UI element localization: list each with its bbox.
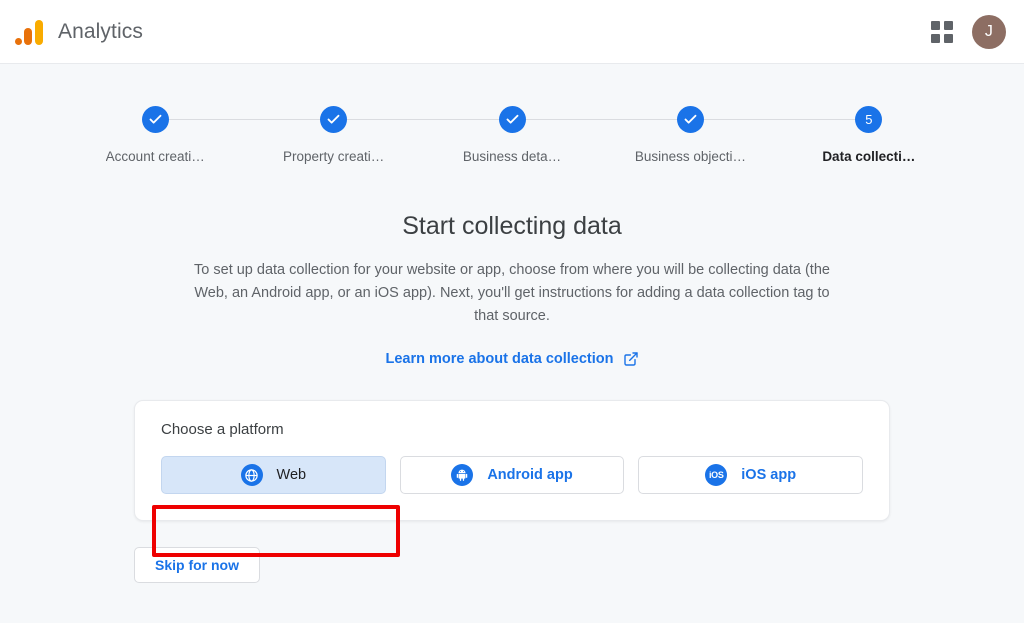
platform-card: Choose a platform Web Android app iOS iO…	[134, 400, 890, 521]
step-label: Business objecti…	[634, 149, 746, 164]
step-business-details[interactable]: Business deta…	[423, 106, 691, 164]
step-indicator-current: 5	[855, 106, 883, 133]
step-label: Account creati…	[105, 149, 205, 164]
header-actions: J	[930, 14, 1006, 49]
learn-more-link[interactable]: Learn more about data collection	[385, 351, 638, 367]
platform-card-heading: Choose a platform	[161, 421, 284, 438]
step-indicator-complete	[320, 106, 348, 133]
step-connector	[333, 119, 513, 120]
brand-title: Analytics	[58, 19, 143, 43]
step-indicator-complete	[141, 106, 169, 133]
platform-option-android[interactable]: Android app	[399, 456, 625, 494]
learn-more-label: Learn more about data collection	[385, 351, 614, 367]
step-label: Property creati…	[282, 149, 385, 164]
learn-more-wrapper: Learn more about data collection	[134, 350, 890, 368]
analytics-setup-page: Analytics J Account creati… Property cre…	[0, 0, 1024, 623]
platform-option-label: Web	[276, 467, 307, 483]
skip-wrapper: Skip for now	[134, 547, 890, 583]
step-account-creation[interactable]: Account creati…	[66, 106, 334, 164]
skip-for-now-button[interactable]: Skip for now	[134, 547, 260, 583]
step-data-collection[interactable]: 5 Data collecti…	[780, 106, 958, 164]
android-icon	[451, 464, 474, 486]
step-property-creation[interactable]: Property creati…	[244, 106, 513, 164]
globe-icon	[240, 464, 263, 486]
platform-options-row: Web Android app iOS iOS app	[161, 456, 864, 494]
ios-icon-text: iOS	[708, 469, 724, 480]
step-label: Business deta…	[462, 149, 562, 164]
platform-option-label: Android app	[487, 467, 573, 483]
platform-option-ios[interactable]: iOS iOS app	[638, 456, 864, 494]
brand[interactable]: Analytics	[14, 17, 143, 47]
page-description: To set up data collection for your websi…	[194, 262, 830, 324]
external-link-icon	[623, 352, 638, 366]
apps-grid-icon[interactable]	[930, 20, 954, 44]
step-indicator-complete	[676, 106, 704, 133]
step-business-objectives[interactable]: Business objecti…	[601, 106, 869, 164]
step-connector	[512, 119, 691, 120]
platform-option-label: iOS app	[741, 467, 797, 483]
step-indicator-complete	[498, 106, 526, 133]
page-content: Account creati… Property creati… Busines…	[0, 64, 1024, 623]
step-connector	[690, 119, 869, 120]
avatar[interactable]: J	[972, 14, 1006, 49]
google-analytics-logo-icon	[14, 17, 44, 47]
platform-option-web[interactable]: Web	[161, 456, 386, 494]
page-title: Start collecting data	[402, 212, 622, 240]
step-connector	[155, 119, 334, 120]
ios-icon: iOS	[705, 464, 728, 486]
app-header: Analytics J	[0, 0, 1024, 64]
main-panel: Start collecting data To set up data col…	[134, 164, 890, 583]
setup-stepper: Account creati… Property creati… Busines…	[66, 64, 958, 164]
step-label: Data collecti…	[822, 149, 916, 164]
